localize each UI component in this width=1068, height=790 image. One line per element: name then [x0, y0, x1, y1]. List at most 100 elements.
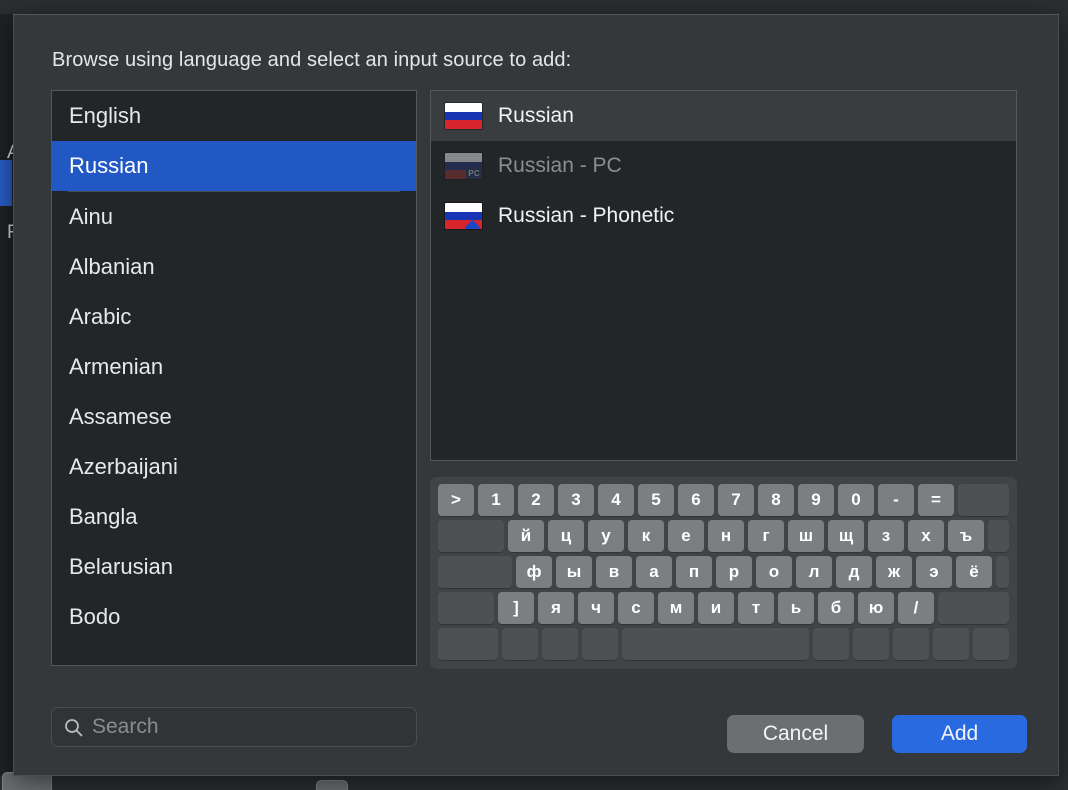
keyboard-key: о	[756, 556, 792, 588]
language-row[interactable]: Bodo	[52, 592, 416, 642]
keyboard-key: л	[796, 556, 832, 588]
language-label: Ainu	[69, 204, 114, 229]
language-row[interactable]: English	[52, 91, 416, 141]
keyboard-key: и	[698, 592, 734, 624]
keyboard-key: -	[878, 484, 914, 516]
keyboard-arrow-keys	[933, 628, 969, 660]
russia-flag-icon	[445, 103, 482, 129]
keyboard-key: а	[636, 556, 672, 588]
keyboard-key: 9	[798, 484, 834, 516]
keyboard-key: н	[708, 520, 744, 552]
keyboard-key: 0	[838, 484, 874, 516]
keyboard-modifier-key	[996, 556, 1009, 588]
language-label: Assamese	[69, 404, 172, 429]
language-row[interactable]: Bangla	[52, 492, 416, 542]
keyboard-key: е	[668, 520, 704, 552]
input-source-row[interactable]: PC Russian - PC	[431, 141, 1016, 191]
pc-badge-icon: PC	[466, 168, 482, 179]
keyboard-key: б	[818, 592, 854, 624]
keyboard-key: ю	[858, 592, 894, 624]
background-bottom-control	[316, 780, 348, 790]
language-row[interactable]: Azerbaijani	[52, 442, 416, 492]
language-row[interactable]: Assamese	[52, 392, 416, 442]
russia-phonetic-flag-icon	[445, 203, 482, 229]
language-row[interactable]: Ainu	[52, 192, 416, 242]
language-label: Albanian	[69, 254, 155, 279]
keyboard-row: >1 2 3 4 5 6 7 8 9 0- =	[438, 484, 1009, 516]
keyboard-key: з	[868, 520, 904, 552]
cancel-button[interactable]: Cancel	[727, 715, 864, 753]
keyboard-key: 6	[678, 484, 714, 516]
language-row[interactable]: Albanian	[52, 242, 416, 292]
language-label: Azerbaijani	[69, 454, 178, 479]
input-source-row[interactable]: Russian	[431, 91, 1016, 141]
language-label: Bodo	[69, 604, 121, 629]
keyboard-key: п	[676, 556, 712, 588]
keyboard-modifier-key	[438, 592, 494, 624]
input-source-list[interactable]: Russian PC Russian - PC Russian - Phonetic	[430, 90, 1017, 461]
keyboard-modifier-key	[938, 592, 1009, 624]
keyboard-modifier-key	[438, 520, 504, 552]
keyboard-key: ц	[548, 520, 584, 552]
input-source-row[interactable]: Russian - Phonetic	[431, 191, 1016, 241]
keyboard-key: 4	[598, 484, 634, 516]
keyboard-key: я	[538, 592, 574, 624]
add-button[interactable]: Add	[892, 715, 1027, 753]
keyboard-key: й	[508, 520, 544, 552]
keyboard-key: >	[438, 484, 474, 516]
keyboard-key: м	[658, 592, 694, 624]
language-label: Armenian	[69, 354, 164, 379]
keyboard-key: ш	[788, 520, 824, 552]
language-row[interactable]: Belarusian	[52, 542, 416, 592]
keyboard-row: йцукенгшщзхъ	[438, 520, 1009, 552]
keyboard-key: г	[748, 520, 784, 552]
keyboard-key: у	[588, 520, 624, 552]
keyboard-key: щ	[828, 520, 864, 552]
keyboard-key: р	[716, 556, 752, 588]
keyboard-key: ы	[556, 556, 592, 588]
language-row[interactable]: Armenian	[52, 342, 416, 392]
keyboard-key: ч	[578, 592, 614, 624]
keyboard-key: 5	[638, 484, 674, 516]
search-field[interactable]: Search	[51, 707, 417, 747]
keyboard-modifier-key	[813, 628, 849, 660]
keyboard-key: в	[596, 556, 632, 588]
keyboard-modifier-key	[988, 520, 1009, 552]
input-source-label: Russian	[498, 104, 574, 127]
keyboard-key: 2	[518, 484, 554, 516]
language-label: Russian	[69, 153, 149, 178]
keyboard-modifier-key	[622, 628, 809, 660]
language-row[interactable]: Arabic	[52, 292, 416, 342]
keyboard-key: т	[738, 592, 774, 624]
keyboard-row: фывапролджэё	[438, 556, 1009, 588]
keyboard-key: 3	[558, 484, 594, 516]
keyboard-key: э	[916, 556, 952, 588]
keyboard-modifier-key	[958, 484, 1009, 516]
keyboard-layout-preview: >1 2 3 4 5 6 7 8 9 0- = й ц у к е н г ш щ з х ъ ф ы в а п р о л д ж э ё] я ч…	[430, 477, 1017, 669]
keyboard-modifier-key	[582, 628, 618, 660]
keyboard-key: ь	[778, 592, 814, 624]
keyboard-key: 1	[478, 484, 514, 516]
keyboard-key: ё	[956, 556, 992, 588]
keyboard-modifier-key	[542, 628, 578, 660]
keyboard-key: к	[628, 520, 664, 552]
keyboard-key: 7	[718, 484, 754, 516]
keyboard-key: х	[908, 520, 944, 552]
keyboard-key: =	[918, 484, 954, 516]
keyboard-modifier-key	[502, 628, 538, 660]
keyboard-modifier-key	[973, 628, 1009, 660]
language-label: Bangla	[69, 504, 138, 529]
keyboard-modifier-key	[438, 628, 498, 660]
keyboard-key: ъ	[948, 520, 984, 552]
input-source-label: Russian - Phonetic	[498, 204, 675, 227]
keyboard-row	[438, 628, 1009, 660]
keyboard-key: д	[836, 556, 872, 588]
keyboard-modifier-key	[853, 628, 889, 660]
language-row[interactable]: Russian	[52, 141, 416, 191]
russia-pc-flag-icon: PC	[445, 153, 482, 179]
add-input-source-sheet: Browse using language and select an inpu…	[13, 14, 1059, 776]
language-label: Arabic	[69, 304, 132, 329]
keyboard-key: /	[898, 592, 934, 624]
keyboard-modifier-key	[438, 556, 512, 588]
language-list[interactable]: English Russian Ainu Albanian Arabic Armenian…	[51, 90, 417, 666]
